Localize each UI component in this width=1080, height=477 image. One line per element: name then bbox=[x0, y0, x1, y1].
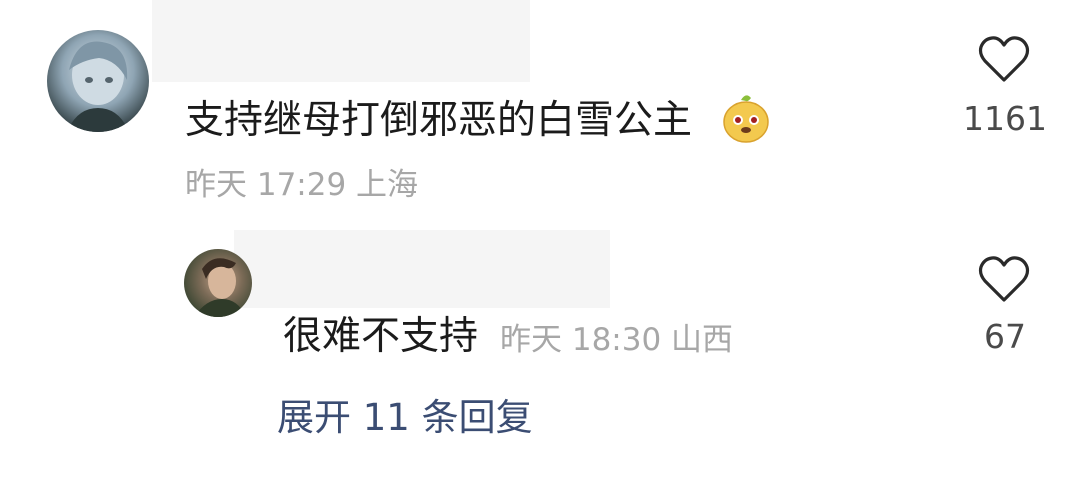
sticker-emoji-icon bbox=[721, 92, 771, 144]
reply-avatar[interactable] bbox=[184, 249, 252, 317]
expand-replies-link[interactable]: 展开 11 条回复 bbox=[277, 392, 533, 444]
redacted-username bbox=[234, 230, 610, 308]
redacted-username bbox=[152, 0, 530, 82]
heart-outline-icon[interactable] bbox=[978, 256, 1030, 304]
comment-meta: 昨天 17:29 上海 bbox=[185, 167, 419, 203]
reply-text: 很难不支持 bbox=[283, 314, 479, 359]
comment-text: 支持继母打倒邪恶的白雪公主 bbox=[185, 98, 693, 143]
avatar[interactable] bbox=[47, 30, 149, 132]
avatar-photo bbox=[194, 258, 246, 317]
like-count: 1161 bbox=[963, 99, 1047, 138]
reply-like-count: 67 bbox=[984, 317, 1026, 356]
heart-outline-icon[interactable] bbox=[978, 36, 1030, 84]
reply-meta: 昨天 18:30 山西 bbox=[500, 322, 734, 358]
avatar-illustration bbox=[67, 41, 129, 132]
